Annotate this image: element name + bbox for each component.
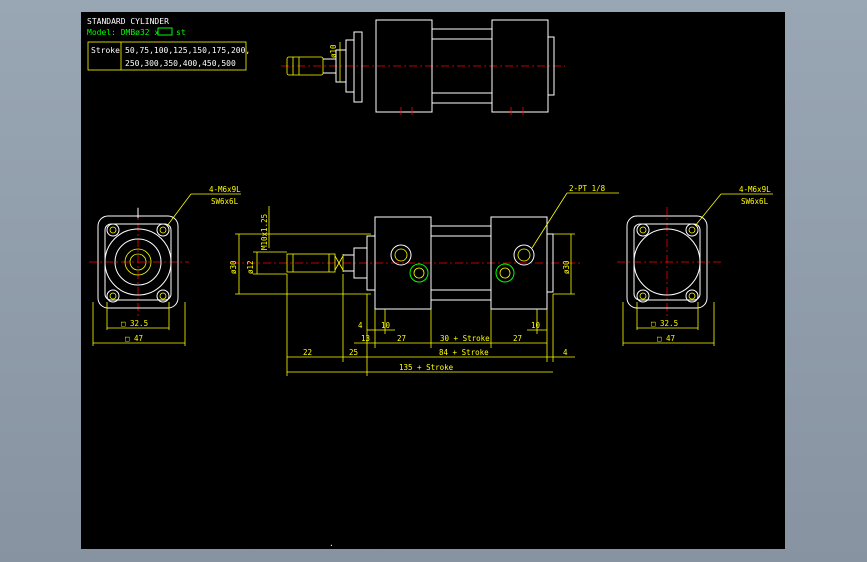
top-rod-dia: ø10 xyxy=(329,44,338,58)
model-suffix: st xyxy=(176,28,186,37)
dim-30-stroke: 30 + Stroke xyxy=(440,334,490,343)
body-dia-label: ø30 xyxy=(562,260,571,274)
left-inner-square: □ 32.5 xyxy=(121,319,148,328)
dim-135-stroke: 135 + Stroke xyxy=(399,363,454,372)
title-block: STANDARD CYLINDER Model: DMBø32 x st Str… xyxy=(87,17,250,71)
dim-25: 25 xyxy=(349,348,358,357)
dim-13: 13 xyxy=(361,334,370,343)
front-port xyxy=(390,244,412,266)
right-end-view: 4-M6x9L SW6x6L □ 32.5 □ 47 xyxy=(617,185,773,346)
right-inner-square: □ 32.5 xyxy=(651,319,678,328)
stroke-values-2: 250,300,350,400,450,500 xyxy=(125,59,236,68)
model-label: Model: DMBø32 x xyxy=(87,28,159,37)
side-view: 2-PT 1/8 ø30 ø12 M10x1.25 ø30 4 10 10 13… xyxy=(229,184,619,376)
stroke-label: Stroke xyxy=(91,46,120,55)
cylinder-drawing: .w { stroke:#fff; fill:none; stroke-widt… xyxy=(87,17,773,548)
dim-27a: 27 xyxy=(397,334,406,343)
dim-22: 22 xyxy=(303,348,312,357)
drawing-canvas[interactable]: .w { stroke:#fff; fill:none; stroke-widt… xyxy=(81,12,785,549)
thread-label: M10x1.25 xyxy=(260,214,269,250)
rear-port xyxy=(513,244,535,266)
dim-10a: 10 xyxy=(381,321,391,330)
right-bolt-label2: SW6x6L xyxy=(741,197,769,206)
dim-84-stroke: 84 + Stroke xyxy=(439,348,489,357)
left-bolt-label: 4-M6x9L xyxy=(209,185,241,194)
left-outer-square: □ 47 xyxy=(125,334,143,343)
bore-dia-label: ø30 xyxy=(229,260,238,274)
right-outer-square: □ 47 xyxy=(657,334,675,343)
dim-10b: 10 xyxy=(531,321,541,330)
top-view: ø10 xyxy=(281,19,565,118)
cad-viewer: .w { stroke:#fff; fill:none; stroke-widt… xyxy=(0,0,867,562)
left-end-view: 4-M6x9L SW6x6L □ 32.5 □ 47 xyxy=(89,185,241,346)
right-bolt-label: 4-M6x9L xyxy=(739,185,771,194)
drawing-title: STANDARD CYLINDER xyxy=(87,17,169,26)
left-bolt-label2: SW6x6L xyxy=(211,197,239,206)
dim-27b: 27 xyxy=(513,334,522,343)
stroke-values-1: 50,75,100,125,150,175,200, xyxy=(125,46,250,55)
dim-4a: 4 xyxy=(358,321,363,330)
rod-dia-label: ø12 xyxy=(246,260,255,274)
dim-4b: 4 xyxy=(563,348,568,357)
footer-mark: . xyxy=(329,539,334,548)
port-label: 2-PT 1/8 xyxy=(569,184,606,193)
model-input-box[interactable] xyxy=(157,27,173,36)
